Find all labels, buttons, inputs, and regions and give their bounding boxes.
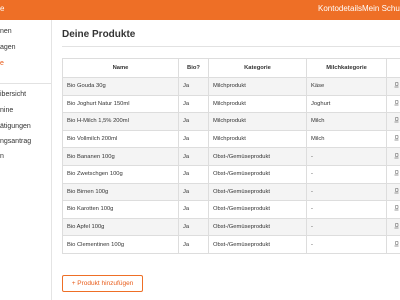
- cell-category: Milchprodukt: [208, 94, 307, 114]
- cell-actions: [386, 94, 400, 114]
- cell-name: Bio Birnen 100g: [62, 182, 179, 202]
- table-row: Bio Joghurt Natur 150ml Ja Milchprodukt Jog…: [62, 94, 400, 114]
- cell-name: Bio Gouda 30g: [62, 77, 179, 96]
- edit-icon[interactable]: [394, 170, 399, 176]
- cell-actions: [386, 182, 400, 202]
- cell-milk-category: -: [306, 235, 387, 254]
- edit-icon[interactable]: [394, 135, 399, 141]
- cell-milk-category: -: [306, 217, 387, 237]
- products-table-container: Name Bio? Kategorie Milchkategorie Bio G…: [62, 58, 400, 254]
- title-divider: [62, 46, 400, 47]
- column-header-bio: Bio?: [178, 58, 209, 78]
- edit-icon[interactable]: [394, 188, 399, 194]
- cell-actions: [386, 164, 400, 184]
- cell-name: Bio Zwetschgen 100g: [62, 164, 179, 184]
- edit-icon[interactable]: [394, 152, 399, 159]
- column-header-actions: [386, 58, 400, 78]
- cell-bio: Ja: [178, 182, 209, 202]
- cell-category: Obst-/Gemüseprodukt: [208, 147, 307, 166]
- cell-name: Bio Bananen 100g: [62, 147, 179, 166]
- cell-bio: Ja: [178, 217, 209, 237]
- cell-milk-category: Milch: [306, 112, 387, 131]
- cell-actions: [386, 147, 400, 166]
- table-row: Bio Bananen 100g Ja Obst-/Gemüseprodukt -: [62, 147, 400, 166]
- sidebar-item-4[interactable]: nine: [0, 107, 13, 114]
- column-header-milk-category: Milchkategorie: [306, 58, 387, 78]
- table-row: Bio Birnen 100g Ja Obst-/Gemüseprodukt -: [62, 182, 400, 202]
- cell-actions: [386, 112, 400, 131]
- cell-actions: [386, 77, 400, 96]
- cell-actions: [386, 129, 400, 149]
- brand-name[interactable]: e: [0, 4, 4, 13]
- add-product-button[interactable]: + Produkt hinzufügen: [62, 275, 143, 292]
- table-row: Bio Vollmilch 200ml Ja Milchprodukt Milch: [62, 129, 400, 149]
- edit-icon[interactable]: [394, 100, 399, 106]
- sidebar-item-2[interactable]: agen: [0, 44, 16, 51]
- cell-category: Milchprodukt: [208, 112, 307, 131]
- table-row: Bio Clementinen 100g Ja Obst-/Gemüseproduk…: [62, 235, 400, 254]
- cell-actions: [386, 235, 400, 254]
- cell-name: Bio Apfel 100g: [62, 217, 179, 237]
- cell-category: Obst-/Gemüseprodukt: [208, 200, 307, 219]
- edit-icon[interactable]: [394, 223, 399, 229]
- cell-name: Bio Clementinen 100g: [62, 235, 179, 254]
- cell-bio: Ja: [178, 112, 209, 131]
- sidebar-item-8[interactable]: n: [0, 153, 4, 160]
- sidebar-item-products-active[interactable]: e: [0, 60, 4, 67]
- table-row: Bio Zwetschgen 100g Ja Obst-/Gemüseprodukt…: [62, 164, 400, 184]
- cell-bio: Ja: [178, 235, 209, 254]
- column-header-category: Kategorie: [208, 58, 307, 78]
- cell-name: Bio Vollmilch 200ml: [62, 129, 179, 149]
- table-row: Bio Gouda 30g Ja Milchprodukt Käse: [62, 77, 400, 96]
- sidebar-item-application[interactable]: ngsantrag: [0, 138, 31, 145]
- cell-milk-category: Joghurt: [306, 94, 387, 114]
- edit-icon[interactable]: [394, 82, 399, 88]
- cell-milk-category: -: [306, 164, 387, 184]
- edit-icon[interactable]: [394, 205, 399, 211]
- cell-category: Obst-/Gemüseprodukt: [208, 235, 307, 254]
- table-row: Bio Apfel 100g Ja Obst-/Gemüseprodukt -: [62, 217, 400, 237]
- top-navbar: e Kontodetails Mein Schulpr: [0, 0, 400, 20]
- cell-milk-category: -: [306, 147, 387, 166]
- cell-name: Bio H-Milch 1,5% 200ml: [62, 112, 179, 131]
- cell-bio: Ja: [178, 164, 209, 184]
- cell-category: Milchprodukt: [208, 77, 307, 96]
- cell-milk-category: Milch: [306, 129, 387, 149]
- cell-milk-category: -: [306, 182, 387, 202]
- cell-category: Obst-/Gemüseprodukt: [208, 164, 307, 184]
- cell-name: Bio Joghurt Natur 150ml: [62, 94, 179, 114]
- cell-bio: Ja: [178, 129, 209, 149]
- table-header-row: Name Bio? Kategorie Milchkategorie: [62, 58, 400, 78]
- products-table: Name Bio? Kategorie Milchkategorie Bio G…: [62, 58, 400, 254]
- cell-milk-category: -: [306, 200, 387, 219]
- cell-milk-category: Käse: [306, 77, 387, 96]
- cell-name: Bio Karotten 100g: [62, 200, 179, 219]
- cell-category: Obst-/Gemüseprodukt: [208, 217, 307, 237]
- nav-link-my-school[interactable]: Mein Schulpr: [362, 4, 400, 13]
- cell-actions: [386, 217, 400, 237]
- cell-bio: Ja: [178, 200, 209, 219]
- cell-bio: Ja: [178, 147, 209, 166]
- cell-bio: Ja: [178, 77, 209, 96]
- cell-category: Obst-/Gemüseprodukt: [208, 182, 307, 202]
- column-header-name: Name: [62, 58, 179, 78]
- cell-bio: Ja: [178, 94, 209, 114]
- page-title: Deine Produkte: [62, 29, 136, 40]
- cell-category: Milchprodukt: [208, 129, 307, 149]
- table-row: Bio Karotten 100g Ja Obst-/Gemüseprodukt -: [62, 200, 400, 219]
- edit-icon[interactable]: [394, 117, 399, 123]
- edit-icon[interactable]: [394, 240, 399, 247]
- sidebar-item-confirmations[interactable]: ätigungen: [0, 123, 31, 130]
- sidebar-item-1[interactable]: nen: [0, 28, 12, 35]
- nav-link-account-details[interactable]: Kontodetails: [318, 4, 362, 13]
- sidebar: nen agen e ibersicht nine ätigungen ngsa…: [0, 20, 52, 300]
- cell-actions: [386, 200, 400, 219]
- sidebar-divider: [0, 83, 51, 84]
- table-body: Bio Gouda 30g Ja Milchprodukt Käse Bio Joghu…: [62, 77, 400, 254]
- sidebar-item-overview[interactable]: ibersicht: [0, 91, 26, 98]
- table-row: Bio H-Milch 1,5% 200ml Ja Milchprodukt Milc…: [62, 112, 400, 131]
